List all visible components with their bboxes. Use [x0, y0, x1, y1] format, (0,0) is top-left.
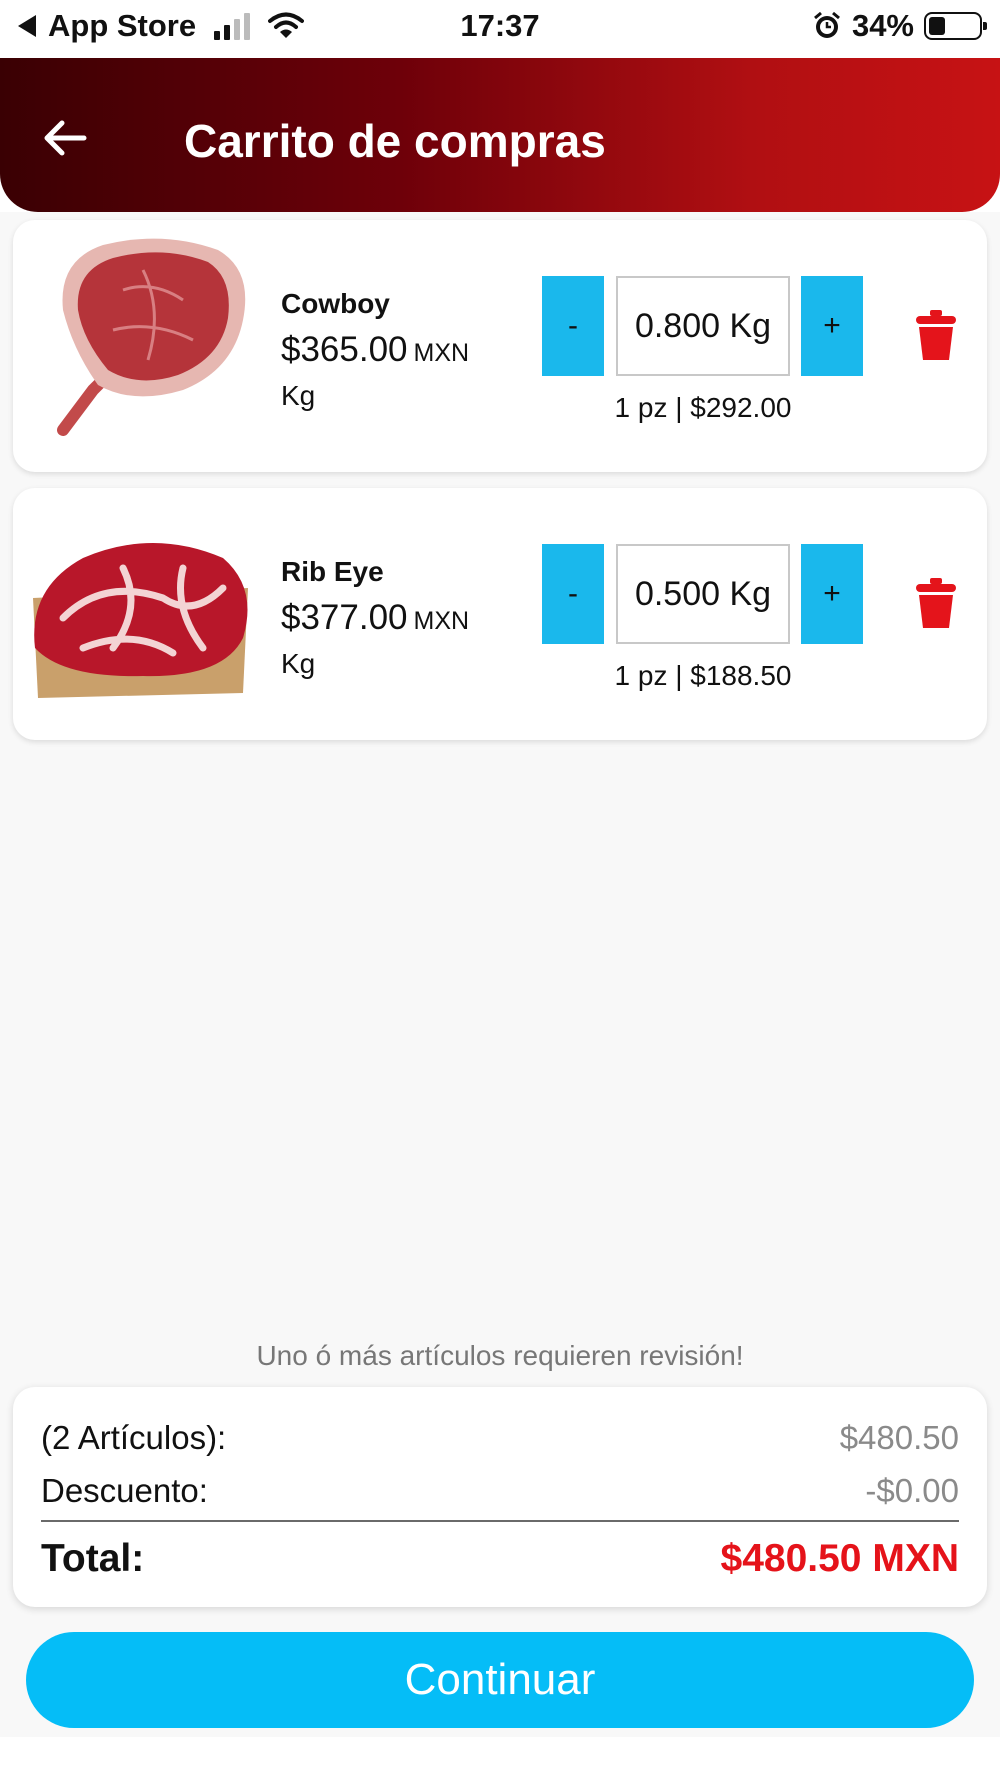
summary-items-row: (2 Artículos): $480.50	[41, 1419, 959, 1457]
battery-percent: 34%	[851, 8, 914, 43]
summary-items-value: $480.50	[839, 1419, 959, 1456]
quantity-increase-button[interactable]: +	[801, 276, 863, 376]
trash-icon[interactable]	[914, 308, 958, 362]
summary-total-value: $480.50 MXN	[720, 1537, 959, 1580]
quantity-field[interactable]: 0.500 Kg	[616, 544, 790, 644]
product-price: $377.00 MXN	[281, 598, 469, 638]
status-bar: App Store 17:37 34%	[0, 0, 1000, 58]
order-summary: (2 Artículos): $480.50 Descuento: -$0.00…	[13, 1387, 987, 1607]
summary-divider	[41, 1520, 959, 1522]
app-header: Carrito de compras	[0, 58, 1000, 212]
summary-discount-value: -$0.00	[865, 1472, 959, 1509]
battery-icon	[924, 12, 987, 40]
product-name: Rib Eye	[281, 556, 384, 587]
summary-discount-row: Descuento: -$0.00	[41, 1472, 959, 1510]
battery-fill	[929, 17, 945, 35]
cart-item-card: Rib Eye $377.00 MXN Kg - 0.500 Kg + 1 pz …	[13, 488, 987, 740]
product-price-value: $365.00	[281, 330, 408, 369]
quantity-decrease-button[interactable]: -	[542, 276, 604, 376]
alarm-icon	[813, 11, 840, 38]
item-subtotal: 1 pz | $292.00	[614, 392, 792, 423]
product-unit: Kg	[281, 648, 316, 679]
cart-item-card: Cowboy $365.00 MXN Kg - 0.800 Kg + 1 pz |…	[13, 220, 987, 472]
product-currency: MXN	[413, 607, 470, 635]
quantity-decrease-button[interactable]: -	[542, 544, 604, 644]
summary-total-label: Total:	[41, 1537, 145, 1580]
continue-button[interactable]: Continuar	[26, 1632, 974, 1728]
product-name: Cowboy	[281, 288, 390, 319]
arrow-left-icon[interactable]	[40, 113, 90, 163]
product-image-cowboy	[57, 238, 246, 436]
summary-total-row: Total: $480.50 MXN	[41, 1537, 959, 1581]
cart-content: Cowboy $365.00 MXN Kg - 0.800 Kg + 1 pz |…	[0, 212, 1000, 1737]
item-subtotal: 1 pz | $188.50	[614, 660, 792, 691]
summary-items-label: (2 Artículos):	[41, 1419, 227, 1456]
product-image-rib-eye	[33, 543, 248, 698]
quantity-field[interactable]: 0.800 Kg	[616, 276, 790, 376]
product-price-value: $377.00	[281, 598, 408, 637]
review-notice: Uno ó más artículos requieren revisión!	[256, 1340, 744, 1371]
summary-discount-label: Descuento:	[41, 1472, 208, 1509]
page-title: Carrito de compras	[184, 115, 606, 167]
product-currency: MXN	[413, 339, 470, 367]
product-price: $365.00 MXN	[281, 330, 469, 370]
product-unit: Kg	[281, 380, 316, 411]
status-bar-right: 34%	[812, 8, 987, 44]
trash-icon[interactable]	[914, 576, 958, 630]
quantity-increase-button[interactable]: +	[801, 544, 863, 644]
